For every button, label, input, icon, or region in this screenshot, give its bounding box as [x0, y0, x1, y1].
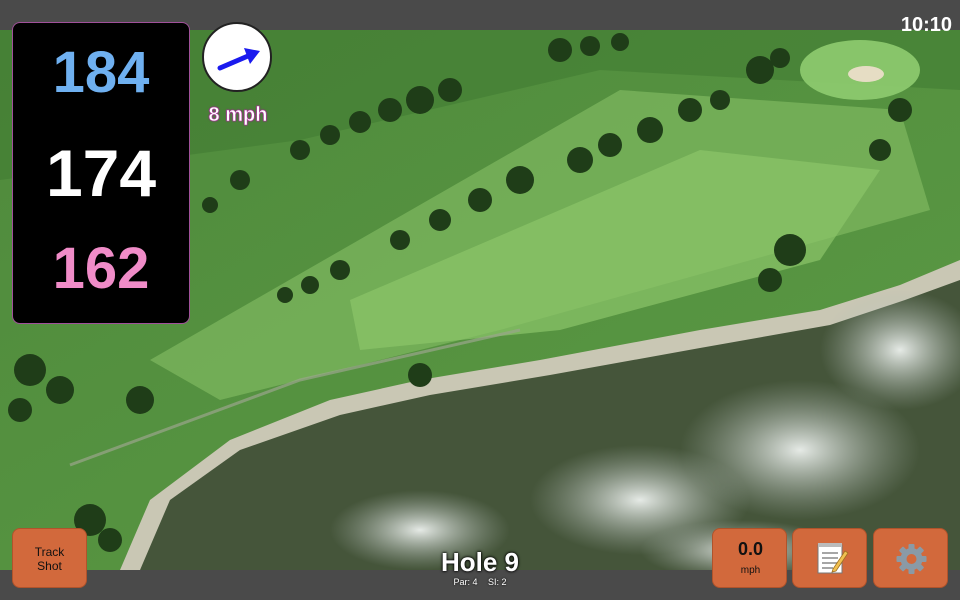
hole-stroke-index: SI: 2 [488, 577, 507, 587]
hole-info: Par: 4 SI: 2 [380, 577, 580, 587]
track-shot-label-line1: Track [34, 545, 65, 559]
wind-speed-label: 8 mph [208, 104, 268, 127]
distance-panel: 184 174 162 [12, 22, 190, 324]
track-shot-button[interactable]: Track Shot [12, 528, 87, 588]
hole-par: Par: 4 [453, 577, 478, 587]
speed-button[interactable]: 0.0 mph [712, 528, 787, 588]
speed-value: 0.0 [737, 539, 764, 559]
settings-button[interactable] [873, 528, 948, 588]
hole-title: Hole 9 [440, 547, 520, 577]
notepad-icon [817, 543, 849, 574]
distance-front: 162 [52, 236, 150, 301]
distance-back: 184 [52, 40, 150, 105]
distance-middle: 174 [45, 136, 157, 210]
track-shot-label-line2: Shot [37, 559, 62, 573]
gear-icon [896, 544, 927, 574]
speed-unit: mph [740, 565, 761, 576]
scorecard-notes-button[interactable] [792, 528, 867, 588]
clock: 10:10 [900, 14, 952, 36]
wind-direction-arrow-icon [217, 48, 260, 71]
wind-indicator [202, 22, 272, 92]
